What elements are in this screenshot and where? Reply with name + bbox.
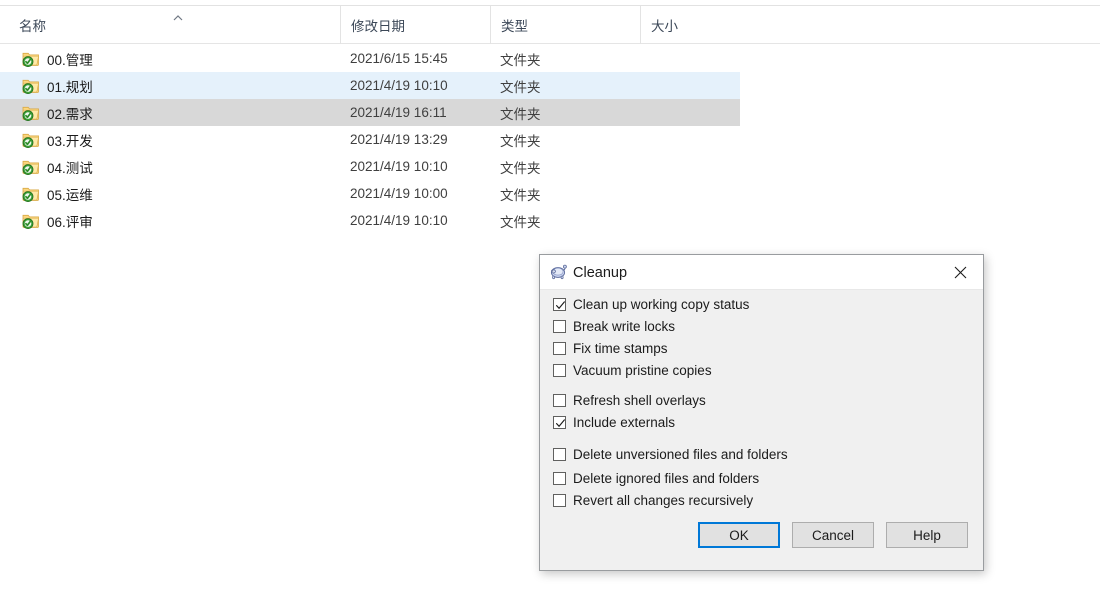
folder-svn-versioned-icon	[22, 212, 40, 230]
checkbox-label: Delete ignored files and folders	[573, 471, 760, 486]
checkbox-label: Delete unversioned files and folders	[573, 447, 788, 462]
checkbox-revert-all-changes-recursively[interactable]: Revert all changes recursively	[553, 492, 753, 509]
date-modified-cell: 2021/4/19 13:29	[350, 132, 448, 147]
checkbox-label: Break write locks	[573, 319, 676, 334]
checkbox-unchecked-icon[interactable]	[553, 342, 566, 355]
file-type-cell: 文件夹	[500, 214, 541, 230]
checkbox-fix-time-stamps[interactable]: Fix time stamps	[553, 340, 668, 357]
table-row[interactable]: 04.测试 2021/4/19 10:10 文件夹	[0, 153, 740, 180]
checkbox-label: Clean up working copy status	[573, 297, 750, 312]
date-modified-cell: 2021/4/19 10:10	[350, 78, 448, 93]
button-label: Cancel	[811, 527, 855, 543]
file-type-cell: 文件夹	[500, 52, 541, 68]
checkbox-checked-icon[interactable]	[553, 298, 566, 311]
file-type-cell: 文件夹	[500, 187, 541, 203]
file-name-cell: 00.管理	[47, 52, 93, 68]
checkbox-label: Refresh shell overlays	[573, 393, 706, 408]
file-type-cell: 文件夹	[500, 160, 541, 176]
checkbox-refresh-shell-overlays[interactable]: Refresh shell overlays	[553, 392, 706, 409]
file-type-cell: 文件夹	[500, 106, 541, 122]
folder-svn-versioned-icon	[22, 77, 40, 95]
checkbox-unchecked-icon[interactable]	[553, 448, 566, 461]
folder-svn-versioned-icon	[22, 185, 40, 203]
date-modified-cell: 2021/6/15 15:45	[350, 51, 448, 66]
cancel-button[interactable]: Cancel	[792, 522, 874, 548]
dialog-title: Cleanup	[573, 264, 628, 281]
file-name-cell: 03.开发	[47, 133, 93, 149]
file-name-cell: 01.规划	[47, 79, 93, 95]
checkbox-label: Vacuum pristine copies	[573, 363, 712, 378]
checkbox-unchecked-icon[interactable]	[553, 364, 566, 377]
folder-svn-versioned-icon	[22, 104, 40, 122]
column-header-row: 名称 修改日期 类型 大小	[0, 6, 1100, 44]
checkbox-checked-icon[interactable]	[553, 416, 566, 429]
table-row[interactable]: 02.需求 2021/4/19 16:11 文件夹	[0, 99, 740, 126]
file-name-cell: 02.需求	[47, 106, 93, 122]
date-modified-cell: 2021/4/19 16:11	[350, 105, 447, 120]
checkbox-unchecked-icon[interactable]	[553, 320, 566, 333]
date-modified-cell: 2021/4/19 10:10	[350, 159, 448, 174]
file-name-cell: 05.运维	[47, 187, 93, 203]
folder-svn-versioned-icon	[22, 131, 40, 149]
ok-button[interactable]: OK	[698, 522, 780, 548]
checkbox-clean-up-working-copy-status[interactable]: Clean up working copy status	[553, 296, 749, 313]
column-header-label: 名称	[19, 19, 46, 34]
column-header-size[interactable]: 大小	[640, 6, 742, 44]
column-header-name[interactable]: 名称	[0, 6, 340, 44]
table-row[interactable]: 05.运维 2021/4/19 10:00 文件夹	[0, 180, 740, 207]
button-label: OK	[729, 527, 749, 543]
checkbox-include-externals[interactable]: Include externals	[553, 414, 675, 431]
checkbox-label: Include externals	[573, 415, 676, 430]
table-row[interactable]: 00.管理 2021/6/15 15:45 文件夹	[0, 45, 740, 72]
column-header-label: 大小	[651, 19, 678, 34]
date-modified-cell: 2021/4/19 10:10	[350, 213, 448, 228]
file-type-cell: 文件夹	[500, 133, 541, 149]
cleanup-dialog: Cleanup Clean up working copy status Brea…	[539, 254, 984, 571]
checkbox-delete-unversioned-files-and-folders[interactable]: Delete unversioned files and folders	[553, 446, 788, 463]
dialog-titlebar[interactable]: Cleanup	[540, 255, 983, 290]
folder-svn-versioned-icon	[22, 158, 40, 176]
file-list[interactable]: 00.管理 2021/6/15 15:45 文件夹 01.规划 2021/4/19 10…	[0, 45, 1100, 234]
file-type-cell: 文件夹	[500, 79, 541, 95]
checkbox-unchecked-icon[interactable]	[553, 394, 566, 407]
table-row[interactable]: 03.开发 2021/4/19 13:29 文件夹	[0, 126, 740, 153]
help-button[interactable]: Help	[886, 522, 968, 548]
table-row[interactable]: 06.评审 2021/4/19 10:10 文件夹	[0, 207, 740, 234]
column-header-label: 类型	[501, 19, 528, 34]
checkbox-vacuum-pristine-copies[interactable]: Vacuum pristine copies	[553, 362, 712, 379]
checkbox-label: Revert all changes recursively	[573, 493, 754, 508]
tortoise-svn-icon	[548, 262, 568, 282]
column-header-type[interactable]: 类型	[490, 6, 640, 44]
date-modified-cell: 2021/4/19 10:00	[350, 186, 448, 201]
dialog-body: Clean up working copy status Break write …	[540, 290, 983, 570]
close-icon[interactable]	[938, 255, 983, 290]
file-name-cell: 04.测试	[47, 160, 93, 176]
checkbox-unchecked-icon[interactable]	[553, 494, 566, 507]
column-header-date-modified[interactable]: 修改日期	[340, 6, 490, 44]
button-label: Help	[913, 527, 941, 543]
folder-svn-versioned-icon	[22, 50, 40, 68]
checkbox-delete-ignored-files-and-folders[interactable]: Delete ignored files and folders	[553, 470, 759, 487]
checkbox-unchecked-icon[interactable]	[553, 472, 566, 485]
checkbox-break-write-locks[interactable]: Break write locks	[553, 318, 675, 335]
column-header-label: 修改日期	[351, 19, 405, 34]
file-name-cell: 06.评审	[47, 214, 93, 230]
table-row[interactable]: 01.规划 2021/4/19 10:10 文件夹	[0, 72, 740, 99]
checkbox-label: Fix time stamps	[573, 341, 668, 356]
